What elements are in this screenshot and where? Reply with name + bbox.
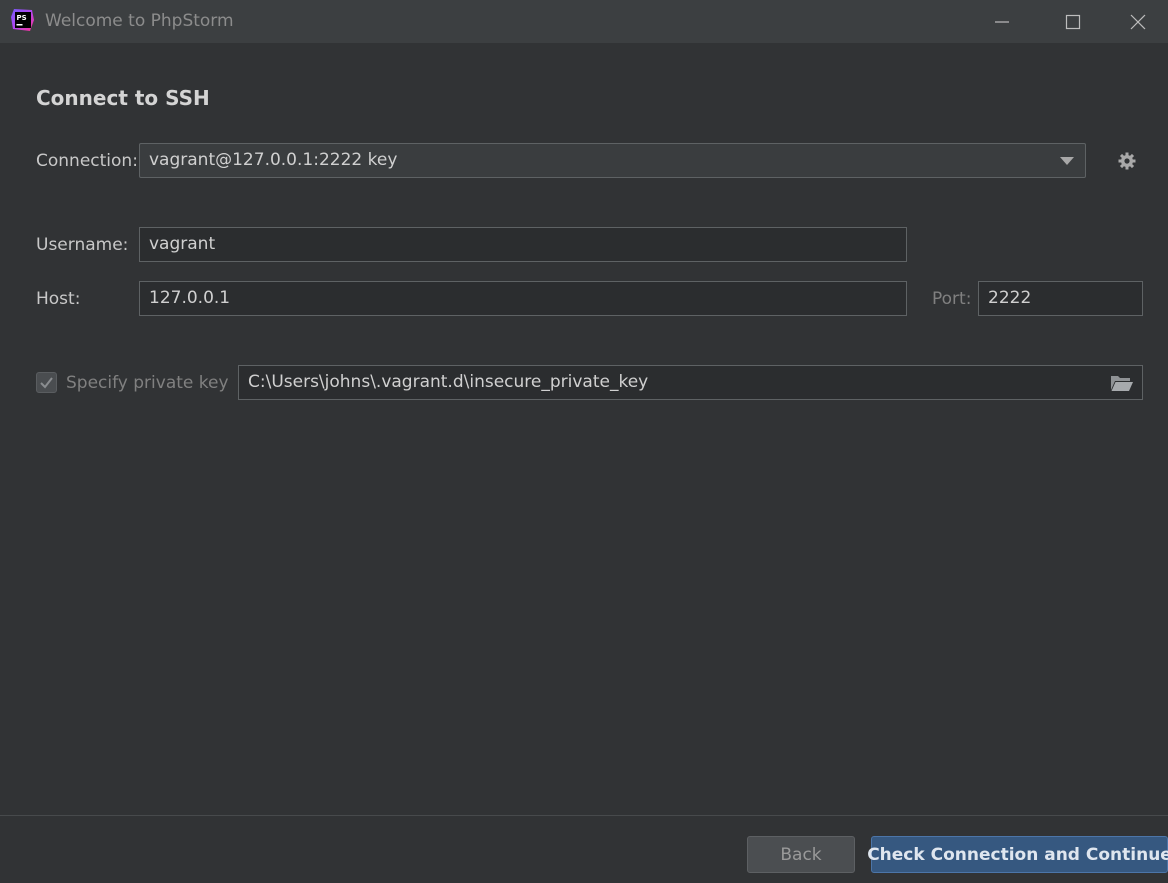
check-connection-continue-button[interactable]: Check Connection and Continue: [867, 836, 1168, 873]
folder-open-icon[interactable]: [1110, 373, 1134, 393]
minimize-icon: [995, 20, 1009, 23]
close-icon: [1130, 14, 1146, 29]
connection-select[interactable]: vagrant@127.0.0.1:2222 key: [139, 143, 1086, 178]
minimize-button[interactable]: [967, 0, 1037, 43]
username-field[interactable]: vagrant: [139, 227, 907, 262]
host-field[interactable]: 127.0.0.1: [139, 281, 907, 316]
phpstorm-logo-icon: PS: [11, 9, 34, 31]
connection-value: vagrant@127.0.0.1:2222 key: [149, 150, 398, 170]
chevron-down-icon[interactable]: [1060, 157, 1074, 165]
page-title: Connect to SSH: [36, 86, 210, 110]
phpstorm-welcome-window: PS Welcome to PhpStorm Connect to SSH Co…: [0, 0, 1168, 883]
private-key-path-field[interactable]: C:\Users\johns\.vagrant.d\insecure_priva…: [238, 365, 1143, 400]
title-bar[interactable]: PS Welcome to PhpStorm: [0, 0, 1168, 43]
window-title: Welcome to PhpStorm: [45, 11, 234, 31]
port-label: Port:: [932, 289, 972, 309]
username-label: Username:: [36, 235, 129, 255]
close-button[interactable]: [1108, 0, 1168, 43]
maximize-button[interactable]: [1038, 0, 1108, 43]
maximize-icon: [1065, 14, 1081, 29]
connection-label: Connection:: [36, 151, 138, 171]
footer-divider: [0, 815, 1168, 816]
gear-icon[interactable]: [1117, 151, 1137, 171]
private-key-checkbox[interactable]: [36, 372, 57, 393]
back-button[interactable]: Back: [747, 836, 855, 873]
private-key-path: C:\Users\johns\.vagrant.d\insecure_priva…: [248, 372, 649, 392]
checkmark-icon: [40, 377, 53, 389]
private-key-label: Specify private key: [66, 373, 229, 393]
logo-text: PS: [17, 14, 27, 22]
host-label: Host:: [36, 289, 81, 309]
port-field[interactable]: 2222: [978, 281, 1143, 316]
